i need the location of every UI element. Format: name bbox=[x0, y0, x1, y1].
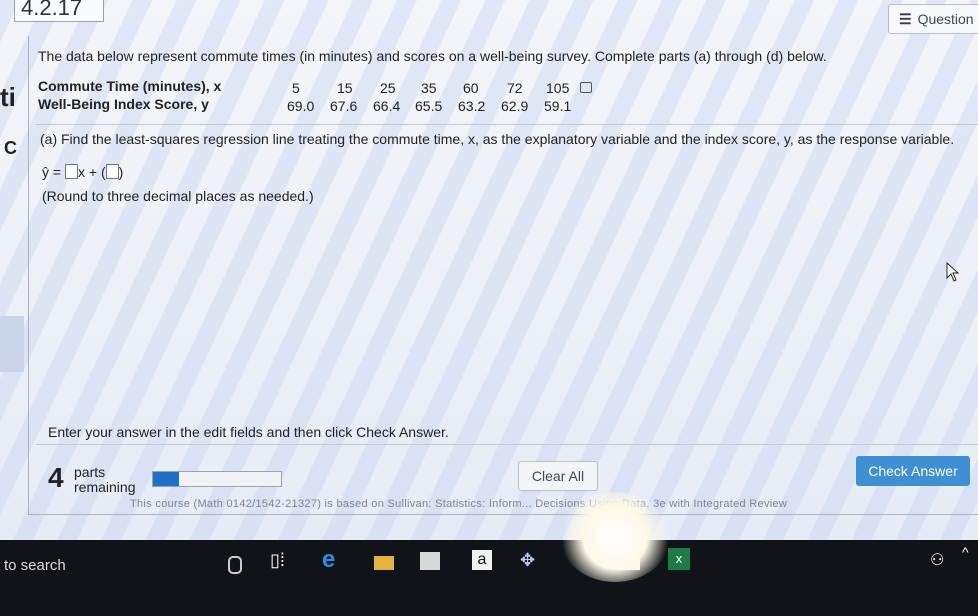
x-value: 60 bbox=[463, 80, 479, 96]
edge-icon[interactable]: e bbox=[322, 546, 335, 574]
row-y-label: Well-Being Index Score, y bbox=[38, 96, 209, 112]
edge-fragment-top: ti bbox=[0, 82, 16, 112]
y-value: 65.5 bbox=[415, 98, 443, 114]
parts-label-line2: remaining bbox=[74, 479, 136, 495]
parts-remaining-label: parts remaining bbox=[74, 465, 135, 495]
x-value: 25 bbox=[380, 80, 396, 96]
slope-input[interactable] bbox=[64, 164, 78, 179]
edge-highlight bbox=[0, 316, 24, 372]
instructions-text: Enter your answer in the edit fields and… bbox=[48, 424, 449, 440]
equation-lhs: ŷ = bbox=[42, 164, 62, 180]
regression-equation: ŷ = x + () bbox=[42, 164, 123, 180]
parts-remaining-count: 4 bbox=[48, 462, 64, 493]
y-value: 69.0 bbox=[287, 98, 315, 114]
row-x-label: Commute Time (minutes), x bbox=[38, 78, 222, 94]
x-value: 72 bbox=[507, 80, 523, 96]
y-value: 67.6 bbox=[330, 98, 358, 114]
y-value: 66.4 bbox=[373, 98, 401, 114]
problem-number: 4.2.17 bbox=[14, 0, 104, 22]
copy-data-icon[interactable] bbox=[580, 82, 592, 93]
intercept-input[interactable] bbox=[105, 164, 119, 179]
question-button-label: Question bbox=[917, 11, 974, 27]
edge-fragment-mid: C bbox=[4, 138, 17, 158]
file-explorer-icon[interactable] bbox=[374, 556, 394, 570]
y-value: 59.1 bbox=[544, 98, 572, 114]
rounding-note: (Round to three decimal places as needed… bbox=[42, 188, 314, 204]
y-value: 62.9 bbox=[501, 98, 529, 114]
equation-mid: x + bbox=[77, 164, 98, 180]
course-footer: This course (Math 0142/1542-21327) is ba… bbox=[130, 498, 788, 510]
progress-bar bbox=[152, 471, 282, 487]
x-value: 105 bbox=[546, 80, 570, 96]
data-row-y: Well-Being Index Score, y bbox=[38, 96, 209, 112]
list-icon: ☰ bbox=[899, 11, 912, 27]
amazon-icon[interactable]: a bbox=[472, 550, 492, 570]
store-icon[interactable] bbox=[420, 552, 440, 570]
task-view-icon[interactable]: ▯⁞ bbox=[270, 550, 285, 571]
mouse-cursor-icon bbox=[946, 261, 960, 287]
problem-intro: The data below represent commute times (… bbox=[38, 48, 827, 64]
check-answer-button[interactable]: Check Answer bbox=[856, 456, 970, 486]
divider bbox=[36, 124, 978, 125]
y-value: 63.2 bbox=[458, 98, 486, 114]
people-icon[interactable]: ⚇ bbox=[930, 550, 944, 570]
part-a-prompt: (a) Find the least-squares regression li… bbox=[40, 131, 955, 147]
clear-all-button[interactable]: Clear All bbox=[518, 461, 598, 491]
excel-icon[interactable]: x bbox=[668, 548, 690, 570]
close-paren: ) bbox=[118, 164, 124, 180]
progress-fill bbox=[153, 472, 179, 486]
parts-label-line1: parts bbox=[74, 464, 106, 480]
question-menu-button[interactable]: ☰ Question bbox=[888, 4, 978, 34]
x-value: 35 bbox=[421, 80, 437, 96]
screen-glare bbox=[560, 492, 670, 582]
x-value: 5 bbox=[292, 80, 300, 96]
chevron-up-icon[interactable]: ^ bbox=[962, 544, 969, 560]
taskbar-search[interactable]: to search bbox=[4, 557, 66, 574]
dropbox-icon[interactable]: ✥ bbox=[520, 550, 535, 571]
divider bbox=[36, 444, 978, 445]
microphone-icon[interactable] bbox=[228, 556, 242, 574]
data-row-x: Commute Time (minutes), x bbox=[38, 78, 221, 94]
x-value: 15 bbox=[337, 80, 353, 96]
